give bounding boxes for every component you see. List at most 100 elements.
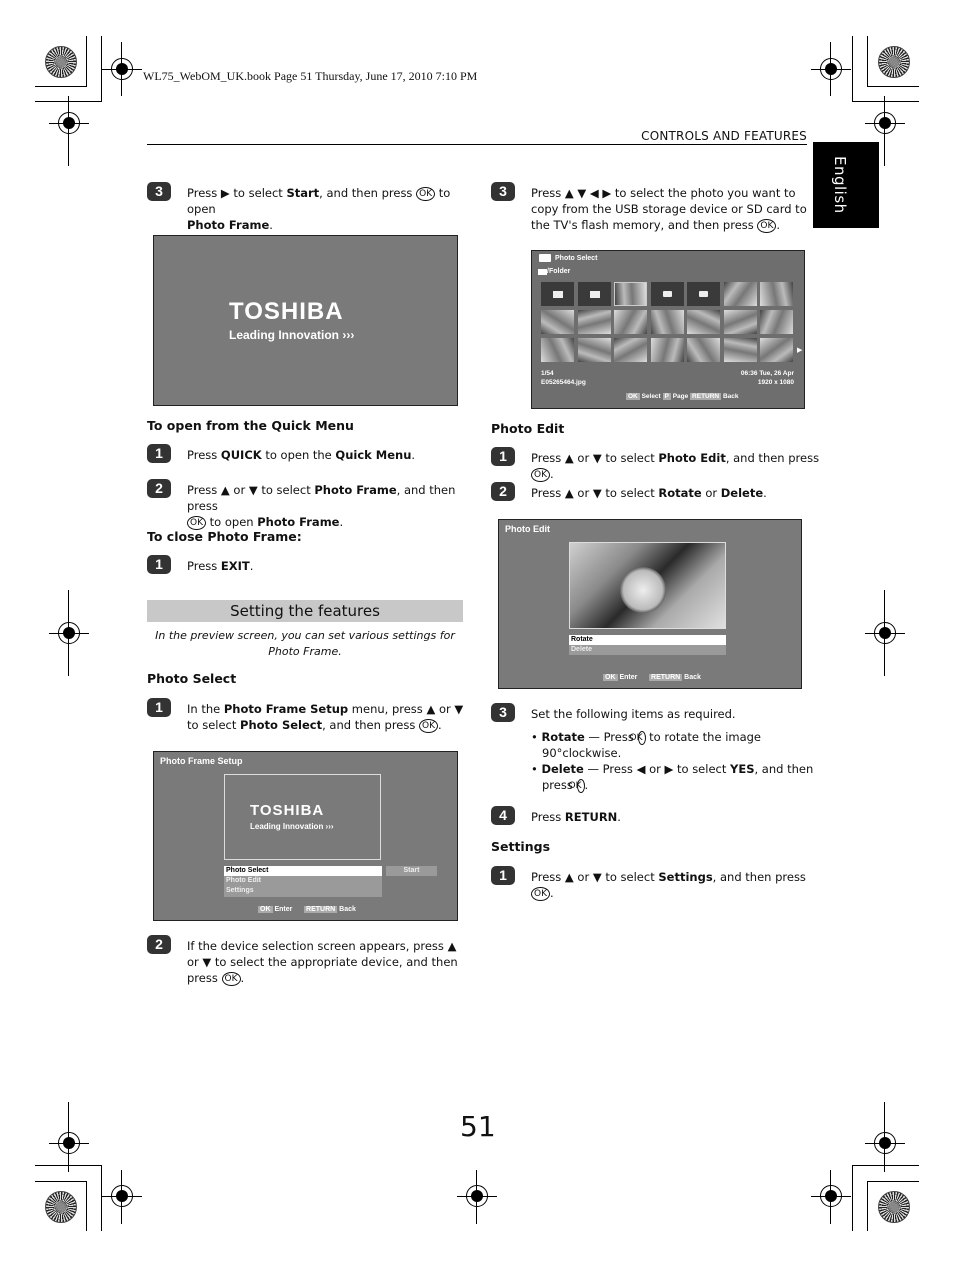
step-number: 1 <box>491 866 515 885</box>
heading-settings: Settings <box>491 839 551 854</box>
photo-thumbnail[interactable] <box>760 282 793 306</box>
footer-key-hints: OK Enter RETURN Back <box>603 674 701 681</box>
page-number: 51 <box>460 1110 496 1143</box>
photo-thumbnail[interactable] <box>577 310 611 334</box>
photo-thumbnail[interactable] <box>614 338 647 362</box>
intro-text: In the preview screen, you can set vario… <box>155 629 455 658</box>
folder-path: /Folder <box>547 268 571 275</box>
step-number: 3 <box>491 703 515 722</box>
step-number: 2 <box>147 479 171 498</box>
folder-icon <box>553 291 563 298</box>
photo-thumbnail[interactable] <box>723 338 757 362</box>
clock-image <box>620 567 666 613</box>
step-number: 2 <box>491 482 515 501</box>
footer-key-hints: OK Select P Page RETURN Back <box>626 393 739 400</box>
ok-button-icon: OK <box>416 186 436 201</box>
photo-select-screen: Photo Select /Folder ▶ 1/54 E05265464.jp… <box>531 250 805 409</box>
start-button[interactable]: Start <box>386 866 437 876</box>
photo-thumbnail[interactable] <box>650 338 684 362</box>
key-return: RETURN <box>649 674 683 681</box>
registration-star-icon <box>878 46 910 78</box>
registration-star-icon <box>45 46 77 78</box>
ok-button-icon: OK <box>757 218 777 233</box>
registration-mark-icon <box>865 112 905 134</box>
photo-thumbnail[interactable] <box>577 338 611 362</box>
step-number: 1 <box>147 698 171 717</box>
photo-thumbnail[interactable] <box>723 282 757 306</box>
ok-button-icon: OK <box>531 886 550 901</box>
ok-button-icon: OK <box>187 515 206 530</box>
ok-button-icon: OK <box>569 778 585 793</box>
registration-mark-icon <box>102 1185 142 1207</box>
photo-edit-screen: Photo Edit Rotate Delete OK Enter RETURN… <box>498 519 802 689</box>
camera-icon <box>662 291 672 297</box>
registration-mark-icon <box>49 112 89 134</box>
registration-star-icon <box>45 1191 77 1223</box>
key-ok: OK <box>258 906 273 913</box>
heading-photo-edit: Photo Edit <box>491 421 565 436</box>
photo-thumbnail[interactable] <box>541 338 574 362</box>
registration-mark-icon <box>811 58 851 80</box>
bullet-rotate: • Rotate — Press OK to rotate the image … <box>531 730 762 760</box>
toshiba-splash-screen: TOSHIBA Leading Innovation ››› <box>153 235 458 406</box>
photo-thumbnail[interactable] <box>614 282 647 306</box>
toshiba-logo: TOSHIBA <box>229 298 344 325</box>
tagline: Leading Innovation ››› <box>229 328 355 342</box>
step-text: Press ▶ to select Start, and then press … <box>187 186 451 232</box>
key-ok: OK <box>626 393 640 400</box>
heading-quick-menu: To open from the Quick Menu <box>147 418 354 433</box>
photo-resolution: 1920 x 1080 <box>757 379 794 386</box>
step-number: 4 <box>491 806 515 825</box>
menu-item-photo-edit[interactable]: Photo Edit <box>224 876 382 886</box>
photo-thumbnail[interactable] <box>760 310 793 334</box>
key-p: P <box>662 393 671 400</box>
registration-star-icon <box>878 1191 910 1223</box>
camera-thumbnail[interactable] <box>687 282 720 306</box>
photo-thumbnail[interactable] <box>687 338 720 362</box>
photo-thumbnail[interactable] <box>687 310 720 334</box>
ok-button-icon: OK <box>221 971 241 986</box>
toshiba-logo: TOSHIBA <box>250 802 325 819</box>
menu-item-settings[interactable]: Settings <box>224 886 382 897</box>
ok-button-icon: OK <box>531 467 550 482</box>
photo-thumbnail[interactable] <box>541 310 574 334</box>
preview-frame: TOSHIBA Leading Innovation ››› <box>224 774 381 860</box>
heading-photo-select: Photo Select <box>147 671 237 686</box>
tagline: Leading Innovation ››› <box>250 822 334 831</box>
ok-button-icon: OK <box>630 730 646 745</box>
folder-icon <box>538 269 547 275</box>
photo-thumbnail[interactable] <box>650 310 684 334</box>
folder-thumbnail[interactable] <box>541 282 574 306</box>
menu-item-delete[interactable]: Delete <box>569 645 726 655</box>
menu-item-photo-select[interactable]: Photo Select <box>224 866 382 876</box>
header-rule <box>147 144 807 145</box>
photo-frame-setup-screen: Photo Frame Setup TOSHIBA Leading Innova… <box>153 751 458 921</box>
key-ok: OK <box>603 674 618 681</box>
camera-icon <box>699 291 708 297</box>
folder-thumbnail[interactable] <box>577 282 611 306</box>
registration-mark-icon <box>49 1132 89 1154</box>
language-tab: English <box>813 142 879 228</box>
photo-thumbnail[interactable] <box>723 310 757 334</box>
photo-index: 1/54 <box>541 370 554 377</box>
step-number: 2 <box>147 935 171 954</box>
registration-mark-icon <box>49 622 89 644</box>
registration-mark-icon <box>102 58 142 80</box>
key-return: RETURN <box>304 906 338 913</box>
photo-filename: E05265464.jpg <box>541 379 586 386</box>
photo-thumbnail[interactable] <box>614 310 647 334</box>
footer-key-hints: OK Enter RETURN Back <box>258 906 356 913</box>
photo-preview <box>569 542 726 629</box>
screen-title: Photo Frame Setup <box>160 756 243 766</box>
registration-mark-icon <box>865 622 905 644</box>
menu-item-rotate[interactable]: Rotate <box>569 635 726 645</box>
step-number: 1 <box>491 447 515 466</box>
screen-title: Photo Select <box>555 255 598 262</box>
next-page-arrow-icon[interactable]: ▶ <box>797 346 802 354</box>
camera-thumbnail[interactable] <box>650 282 684 306</box>
registration-mark-icon <box>865 1132 905 1154</box>
section-banner: Setting the features <box>147 600 463 622</box>
screen-title: Photo Edit <box>505 524 550 534</box>
ok-button-icon: OK <box>419 718 439 733</box>
photo-thumbnail[interactable] <box>760 338 793 362</box>
